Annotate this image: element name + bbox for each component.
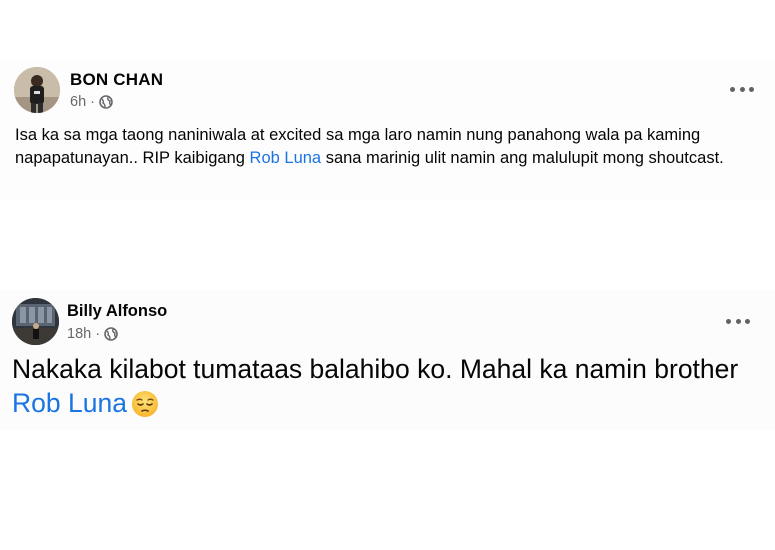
meta-separator: · (90, 94, 95, 110)
mention-link[interactable]: Rob Luna (250, 149, 322, 167)
post-header: BON CHAN 6h · (0, 58, 775, 118)
author-name[interactable]: Billy Alfonso (67, 302, 167, 321)
more-options-icon[interactable] (730, 84, 754, 94)
mention-link[interactable]: Rob Luna (12, 388, 127, 418)
meta-separator: · (95, 326, 101, 342)
post-text: Isa ka sa mga taong naniniwala at excite… (15, 124, 765, 170)
globe-icon (99, 95, 113, 109)
post-text-part: sana marinig ulit namin ang malulupit mo… (321, 149, 724, 167)
post-header: Billy Alfonso 18h · (0, 290, 775, 350)
post-meta: 6h · (70, 94, 113, 110)
post-time[interactable]: 18h (67, 326, 91, 342)
avatar[interactable] (12, 298, 59, 345)
post-text-part: Nakaka kilabot tumataas balahibo ko. Mah… (12, 354, 739, 384)
post-time[interactable]: 6h (70, 94, 86, 110)
more-options-icon[interactable] (726, 316, 750, 326)
globe-icon (104, 327, 118, 341)
author-name[interactable]: BON CHAN (70, 70, 163, 90)
post-card: BON CHAN 6h · Isa ka sa mga taong nanini… (0, 58, 775, 200)
pensive-face-emoji (131, 390, 159, 418)
post-meta: 18h · (67, 326, 118, 342)
avatar[interactable] (14, 67, 60, 113)
post-text: Nakaka kilabot tumataas balahibo ko. Mah… (12, 352, 772, 420)
post-card: Billy Alfonso 18h · Nakaka kilabot tumat… (0, 290, 775, 430)
